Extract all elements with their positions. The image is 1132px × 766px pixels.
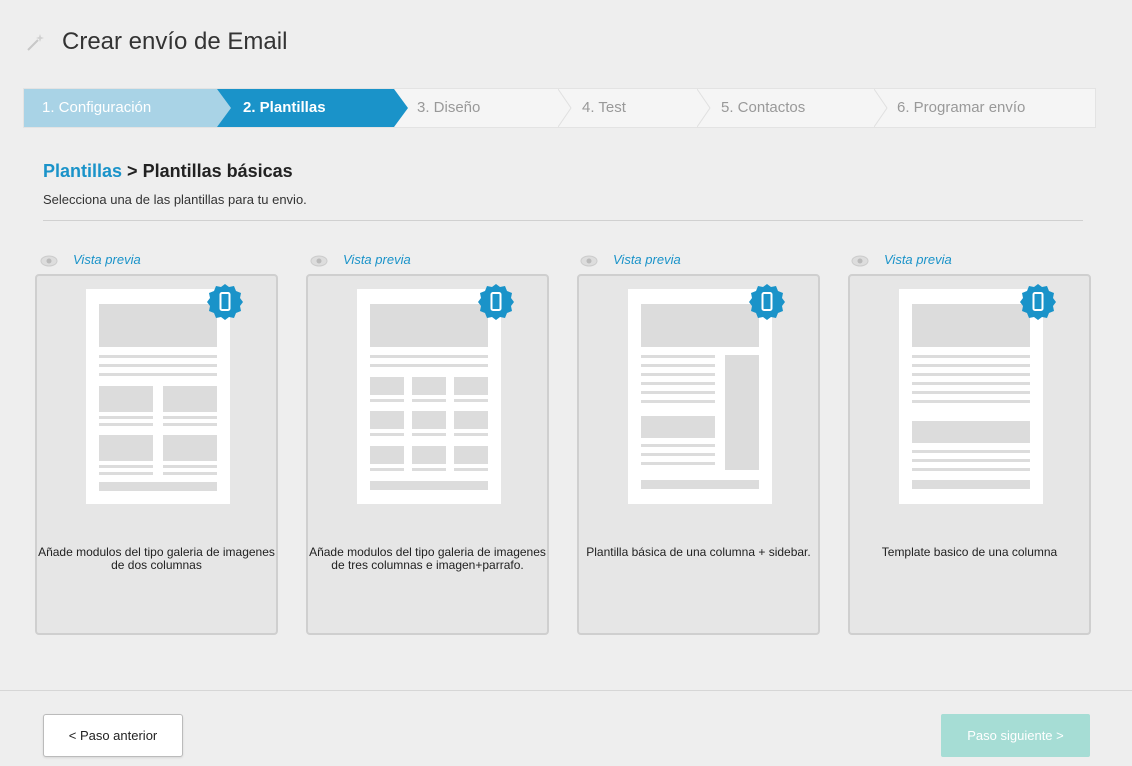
step-separator: [394, 89, 408, 127]
breadcrumb: Plantillas > Plantillas básicas: [43, 161, 293, 182]
step-test[interactable]: 4. Test: [572, 89, 697, 127]
step-separator: [874, 89, 888, 127]
step-plantillas[interactable]: 2. Plantillas: [217, 89, 394, 127]
mobile-icon: [1020, 284, 1056, 320]
preview-label: Vista previa: [343, 252, 411, 267]
template-description: Plantilla básica de una columna + sideba…: [586, 545, 811, 559]
eye-icon: [40, 255, 58, 267]
template-description: Añade modulos del tipo galeria de imagen…: [309, 545, 546, 572]
eye-icon: [851, 255, 869, 267]
template-thumbnail: [899, 289, 1043, 504]
template-thumbnail: [628, 289, 772, 504]
page-title: Crear envío de Email: [62, 28, 288, 55]
step-contactos[interactable]: 5. Contactos: [711, 89, 874, 127]
step-label: 2. Plantillas: [243, 99, 326, 116]
step-label: 6. Programar envío: [897, 99, 1026, 116]
breadcrumb-link-plantillas[interactable]: Plantillas: [43, 161, 122, 181]
preview-link-template-3[interactable]: Vista previa: [580, 252, 710, 270]
template-thumbnail: [357, 289, 501, 504]
divider: [43, 220, 1083, 221]
page-header: Crear envío de Email: [0, 0, 1132, 88]
step-separator: [697, 89, 711, 127]
step-configuracion[interactable]: 1. Configuración: [24, 89, 217, 127]
breadcrumb-current: Plantillas básicas: [142, 161, 293, 181]
preview-link-template-2[interactable]: Vista previa: [310, 252, 440, 270]
template-card-one-column[interactable]: Template basico de una columna: [848, 274, 1091, 635]
preview-label: Vista previa: [884, 252, 952, 267]
eye-icon: [580, 255, 598, 267]
step-diseno[interactable]: 3. Diseño: [408, 89, 558, 127]
template-thumbnail: [86, 289, 230, 504]
preview-link-template-1[interactable]: Vista previa: [40, 252, 170, 270]
template-description: Añade modulos del tipo galeria de imagen…: [38, 545, 275, 572]
preview-label: Vista previa: [73, 252, 141, 267]
step-label: 3. Diseño: [417, 99, 481, 116]
step-separator: [217, 89, 231, 127]
wizard-steps: 1. Configuración 2. Plantillas 3. Diseño…: [23, 88, 1096, 128]
mobile-icon: [749, 284, 785, 320]
mobile-icon: [478, 284, 514, 320]
template-card-column-sidebar[interactable]: Plantilla básica de una columna + sideba…: [577, 274, 820, 635]
step-programar-envio[interactable]: 6. Programar envío: [888, 89, 1095, 127]
step-separator: [558, 89, 572, 127]
eye-icon: [310, 255, 328, 267]
step-label: 5. Contactos: [721, 99, 806, 116]
magic-wand-icon: [27, 34, 44, 51]
next-step-button[interactable]: Paso siguiente >: [941, 714, 1090, 757]
previous-step-button[interactable]: < Paso anterior: [43, 714, 183, 757]
page-subtitle: Selecciona una de las plantillas para tu…: [43, 192, 307, 207]
template-card-two-columns[interactable]: Añade modulos del tipo galeria de imagen…: [35, 274, 278, 635]
breadcrumb-separator: >: [127, 161, 138, 181]
preview-link-template-4[interactable]: Vista previa: [851, 252, 981, 270]
template-description: Template basico de una columna: [881, 545, 1058, 559]
template-card-three-columns[interactable]: Añade modulos del tipo galeria de imagen…: [306, 274, 549, 635]
step-label: 4. Test: [582, 99, 626, 116]
preview-label: Vista previa: [613, 252, 681, 267]
step-label: 1. Configuración: [42, 99, 152, 116]
mobile-icon: [207, 284, 243, 320]
